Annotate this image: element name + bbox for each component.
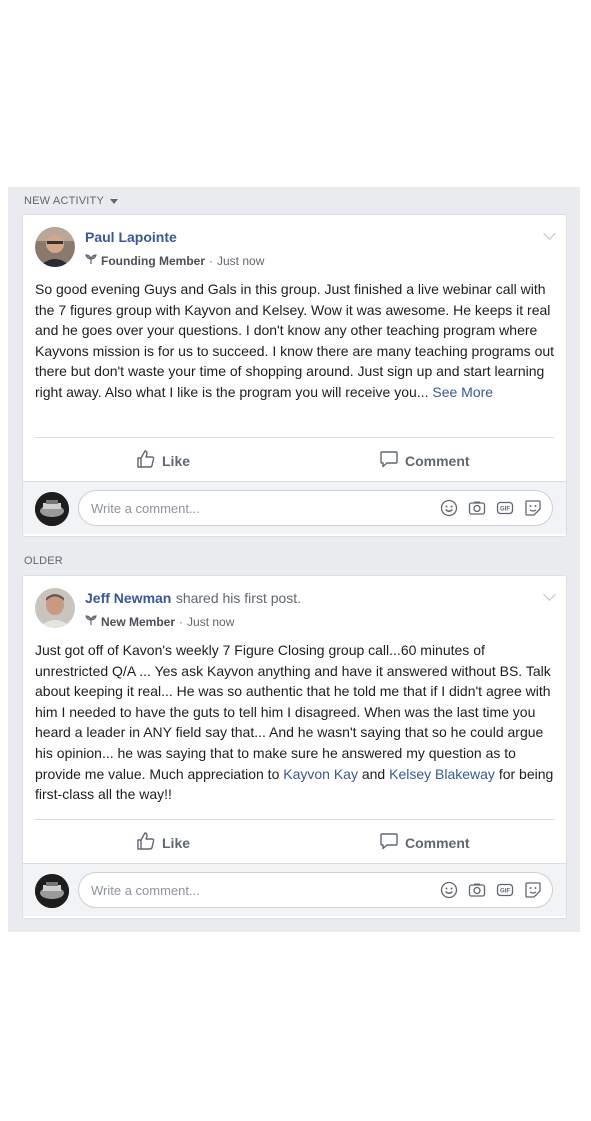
post-header: Jeff Newman shared his first post. New M… xyxy=(35,588,301,629)
post-header: Paul Lapointe Founding Member · Just now xyxy=(35,227,264,268)
comment-composer: Write a comment... GIF xyxy=(23,863,566,916)
meta-separator: · xyxy=(179,614,184,629)
older-text: OLDER xyxy=(24,555,63,567)
like-icon xyxy=(136,449,156,472)
member-badge: Founding Member xyxy=(101,253,205,268)
post-time[interactable]: Just now xyxy=(187,615,234,629)
post-meta: New Member · Just now xyxy=(85,614,301,629)
post-body: Just got off of Kavon's weekly 7 Figure … xyxy=(35,640,557,805)
camera-icon[interactable] xyxy=(468,881,486,899)
like-icon xyxy=(136,831,156,854)
sprout-icon xyxy=(85,253,97,268)
see-more-link[interactable]: See More xyxy=(432,384,493,400)
group-feed: NEW ACTIVITY Paul Lapointe Founding Memb… xyxy=(8,187,580,932)
post-body: So good evening Guys and Gals in this gr… xyxy=(35,279,557,403)
divider xyxy=(35,819,554,820)
camera-icon[interactable] xyxy=(468,499,486,517)
post-text: Just got off of Kavon's weekly 7 Figure … xyxy=(35,642,551,782)
user-avatar[interactable] xyxy=(35,492,69,526)
caret-down-icon xyxy=(110,198,119,204)
gif-icon[interactable]: GIF xyxy=(496,499,514,517)
emoji-icon[interactable] xyxy=(440,499,458,517)
like-label: Like xyxy=(162,834,191,851)
new-activity-text: NEW ACTIVITY xyxy=(24,195,105,207)
meta-separator: · xyxy=(209,253,213,268)
chevron-down-icon[interactable] xyxy=(543,588,556,601)
divider xyxy=(35,437,554,438)
comment-placeholder: Write a comment... xyxy=(91,883,200,898)
comment-button[interactable]: Comment xyxy=(379,831,470,854)
author-name[interactable]: Jeff Newman xyxy=(85,590,171,606)
mention-link[interactable]: Kelsey Blakeway xyxy=(389,766,495,782)
svg-text:GIF: GIF xyxy=(500,889,510,895)
post-text: So good evening Guys and Gals in this gr… xyxy=(35,281,555,400)
post-meta: Founding Member · Just now xyxy=(85,253,264,268)
gif-icon[interactable]: GIF xyxy=(496,881,514,899)
post-card: Jeff Newman shared his first post. New M… xyxy=(22,575,567,919)
author-name[interactable]: Paul Lapointe xyxy=(85,229,177,245)
post-time[interactable]: Just now xyxy=(217,254,264,268)
avatar[interactable] xyxy=(35,588,75,628)
emoji-icon[interactable] xyxy=(440,881,458,899)
post-text-and: and xyxy=(361,765,386,782)
comment-input[interactable]: Write a comment... GIF xyxy=(78,490,553,526)
shared-text: shared his first post. xyxy=(175,590,302,606)
user-avatar[interactable] xyxy=(35,874,69,908)
older-label: OLDER xyxy=(24,555,63,567)
comment-label: Comment xyxy=(405,834,470,851)
sticker-icon[interactable] xyxy=(524,499,542,517)
svg-text:GIF: GIF xyxy=(500,507,510,513)
new-activity-label[interactable]: NEW ACTIVITY xyxy=(24,195,119,207)
chevron-down-icon[interactable] xyxy=(543,227,556,240)
like-button[interactable]: Like xyxy=(136,449,190,472)
like-button[interactable]: Like xyxy=(136,831,190,854)
comment-placeholder: Write a comment... xyxy=(91,501,200,516)
like-label: Like xyxy=(162,452,191,469)
comment-button[interactable]: Comment xyxy=(379,449,470,472)
member-icon xyxy=(85,614,97,629)
mention-link[interactable]: Kayvon Kay xyxy=(283,766,358,782)
post-card: Paul Lapointe Founding Member · Just now… xyxy=(22,214,567,537)
avatar[interactable] xyxy=(35,227,75,267)
comment-label: Comment xyxy=(405,452,470,469)
comment-icon xyxy=(379,831,399,854)
comment-icon xyxy=(379,449,399,472)
comment-composer: Write a comment... GIF xyxy=(23,481,566,534)
comment-input[interactable]: Write a comment... GIF xyxy=(78,872,553,908)
sticker-icon[interactable] xyxy=(524,881,542,899)
member-badge: New Member xyxy=(101,614,176,629)
